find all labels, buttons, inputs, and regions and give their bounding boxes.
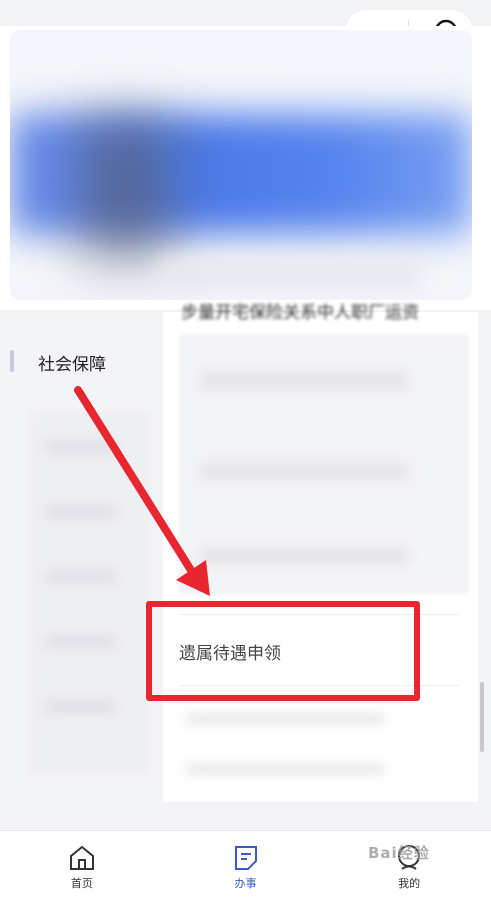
home-icon <box>69 845 94 870</box>
nav-label-profile: 我的 <box>398 877 421 890</box>
category-item-social-security[interactable]: 社会保障 <box>0 342 160 384</box>
nav-label-tasks: 办事 <box>234 877 257 890</box>
banner-area <box>0 26 491 310</box>
blurred-category-list <box>30 412 150 774</box>
blurred-service-title: 步量开宅保险关系中人职厂运资 <box>181 303 419 323</box>
scrollbar-thumb[interactable] <box>480 682 484 752</box>
annotation-highlight-box <box>146 601 420 701</box>
service-list: 步量开宅保险关系中人职厂运资 遗属待遇申领 <box>163 303 478 802</box>
category-label: 社会保障 <box>38 355 106 375</box>
nav-label-home: 首页 <box>70 877 93 890</box>
blurred-banner[interactable] <box>10 30 472 300</box>
category-sidebar: 社会保障 <box>0 312 160 832</box>
category-active-indicator <box>10 350 14 372</box>
bottom-navigation: 首页 办事 我的 <box>0 830 491 901</box>
nav-item-tasks[interactable]: 办事 <box>164 831 328 901</box>
blurred-service-items <box>179 334 469 594</box>
watermark: Bai经验 <box>368 844 430 862</box>
blurred-service-items-lower <box>179 694 459 794</box>
nav-item-home[interactable]: 首页 <box>0 831 164 901</box>
tasks-icon <box>234 846 257 870</box>
